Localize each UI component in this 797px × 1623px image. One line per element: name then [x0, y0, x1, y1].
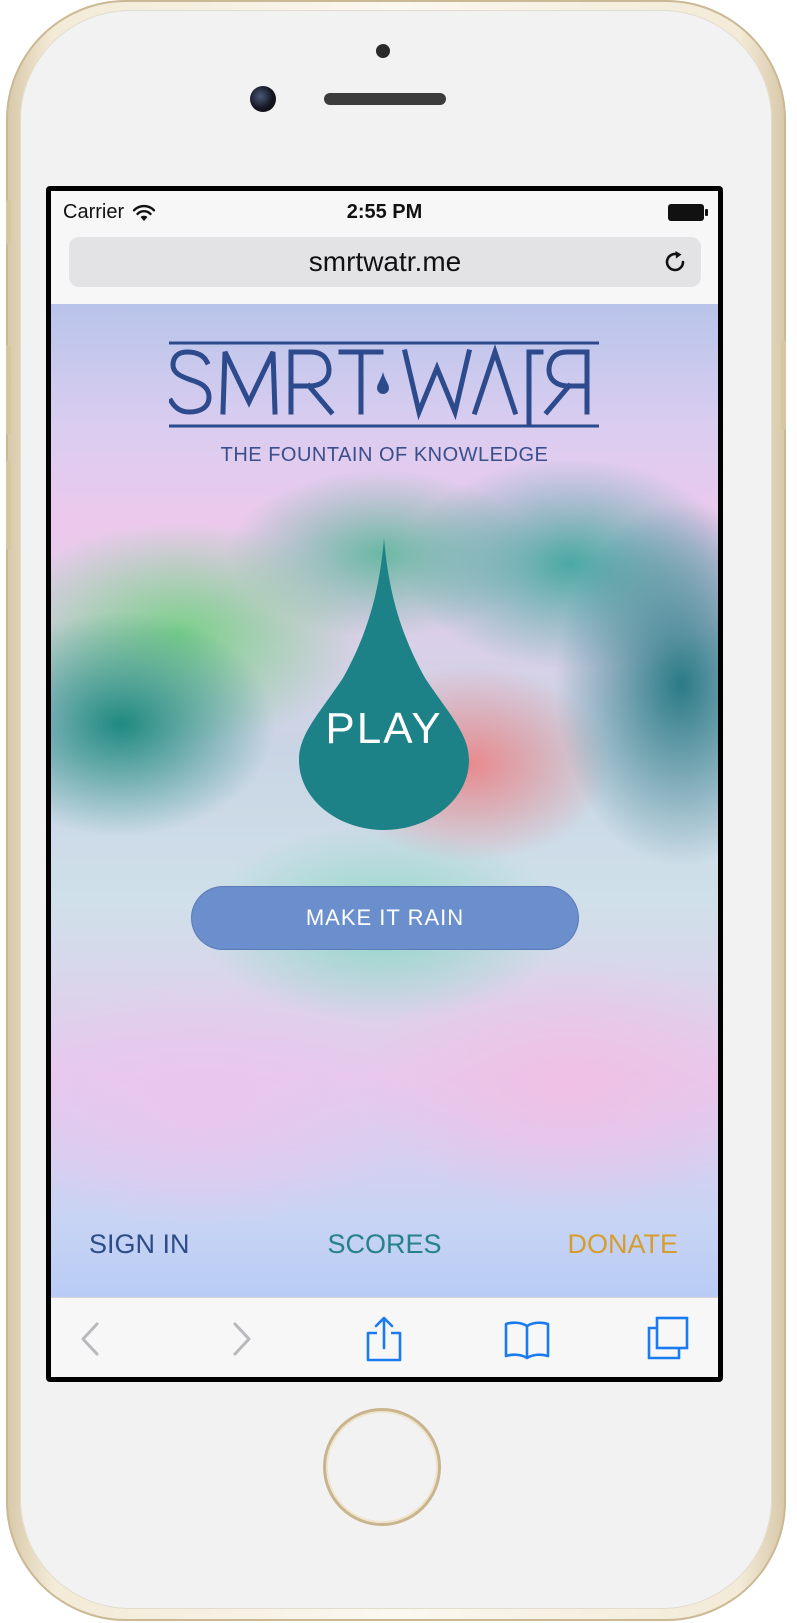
volume-down-button — [6, 460, 11, 550]
browser-toolbar — [51, 1297, 718, 1377]
earpiece-speaker — [324, 93, 446, 105]
bookmarks-icon[interactable] — [504, 1316, 550, 1362]
tagline: THE FOUNTAIN OF KNOWLEDGE — [220, 444, 549, 466]
make-it-rain-button[interactable]: MAKE IT RAIN — [191, 886, 579, 950]
reload-icon[interactable] — [661, 248, 689, 276]
front-camera — [250, 86, 276, 112]
volume-up-button — [6, 345, 11, 435]
play-label[interactable]: PLAY — [299, 704, 469, 754]
address-bar[interactable]: smrtwatr.me — [69, 237, 701, 287]
back-icon[interactable] — [69, 1316, 115, 1362]
screen-content: Carrier 2:55 PM smrtwatr.me THE FOUNTAIN… — [51, 191, 718, 1377]
donate-link[interactable]: DONATE — [567, 1229, 678, 1260]
home-button[interactable] — [323, 1408, 441, 1526]
tabs-icon[interactable] — [645, 1316, 691, 1362]
proximity-sensor — [376, 44, 390, 58]
url-text[interactable]: smrtwatr.me — [69, 237, 701, 287]
play-drop-button[interactable] — [299, 538, 469, 830]
web-page: THE FOUNTAIN OF KNOWLEDGE PLAY MAKE IT R… — [51, 304, 718, 1297]
status-bar: Carrier 2:55 PM — [51, 191, 718, 231]
smrt-watr-logo — [169, 341, 599, 428]
battery-icon — [668, 204, 708, 221]
power-button — [781, 340, 786, 430]
clock: 2:55 PM — [346, 201, 423, 223]
share-icon[interactable] — [361, 1316, 407, 1362]
mute-switch — [6, 200, 11, 245]
screen: Carrier 2:55 PM smrtwatr.me THE FOUNTAIN… — [46, 186, 723, 1382]
forward-icon[interactable] — [217, 1316, 263, 1362]
